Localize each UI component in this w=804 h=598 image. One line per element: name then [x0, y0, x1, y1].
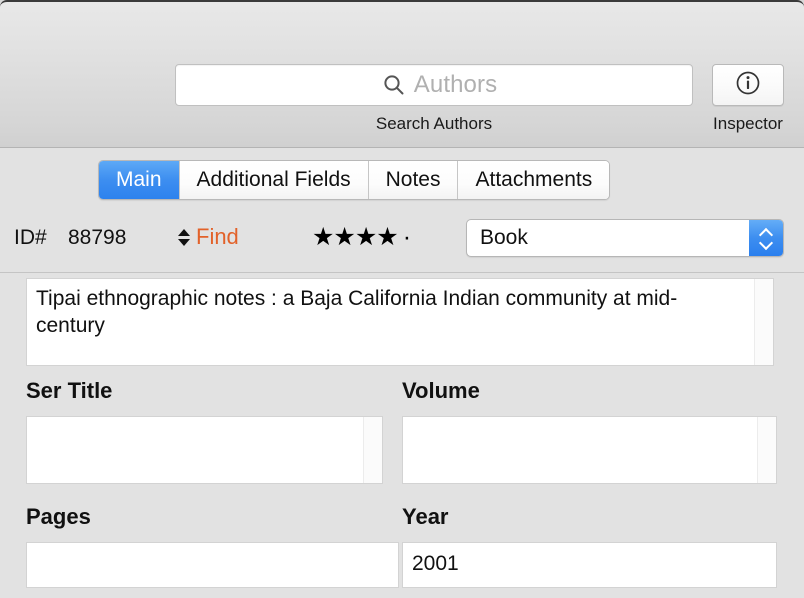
- star-filled-2[interactable]: ★: [333, 225, 355, 250]
- inspector-caption: Inspector: [713, 114, 783, 133]
- title-field[interactable]: Tipai ethnographic notes : a Baja Califo…: [26, 278, 774, 366]
- find-control[interactable]: Find: [178, 224, 239, 250]
- year-label: Year: [402, 504, 449, 529]
- inspector-button[interactable]: [712, 64, 784, 106]
- find-label[interactable]: Find: [196, 224, 239, 250]
- search-input[interactable]: Authors: [175, 64, 693, 106]
- tab-attachments[interactable]: Attachments: [458, 161, 610, 199]
- star-filled-4[interactable]: ★: [376, 225, 398, 250]
- up-down-stepper-icon[interactable]: [178, 228, 190, 246]
- info-circle-icon: [735, 70, 761, 101]
- pages-field[interactable]: [26, 542, 399, 588]
- tab-notes[interactable]: Notes: [368, 161, 459, 199]
- volume-field[interactable]: [402, 416, 777, 484]
- chevron-up-down-icon[interactable]: [749, 220, 783, 256]
- id-value: 88798: [68, 226, 127, 249]
- record-type-popup[interactable]: Book: [466, 219, 784, 257]
- app-window: Authors Search Authors Inspector Main Ad…: [0, 0, 804, 598]
- star-rating[interactable]: ★ ★ ★ ★ ·: [312, 225, 411, 250]
- ser-title-label: Ser Title: [26, 378, 113, 403]
- search-field-wrapper: Authors: [175, 64, 693, 106]
- tab-bar: Main Additional Fields Notes Attachments: [98, 160, 611, 200]
- title-value[interactable]: Tipai ethnographic notes : a Baja Califo…: [27, 279, 754, 365]
- meta-separator: [0, 272, 804, 273]
- volume-scrollbar[interactable]: [757, 417, 776, 483]
- ser-title-value[interactable]: [27, 417, 363, 483]
- star-empty-5[interactable]: ·: [403, 225, 411, 250]
- record-type-value: Book: [480, 226, 528, 249]
- year-value[interactable]: 2001: [403, 543, 776, 587]
- ser-title-field[interactable]: [26, 416, 383, 484]
- year-field[interactable]: 2001: [402, 542, 777, 588]
- search-placeholder-text: Authors: [413, 71, 498, 98]
- tab-additional-fields[interactable]: Additional Fields: [179, 161, 369, 199]
- tab-main[interactable]: Main: [99, 161, 180, 199]
- search-icon: [383, 74, 405, 96]
- volume-value[interactable]: [403, 417, 757, 483]
- search-caption: Search Authors: [375, 114, 493, 133]
- pages-value[interactable]: [27, 543, 398, 587]
- pages-label: Pages: [26, 504, 91, 529]
- title-scrollbar[interactable]: [754, 279, 773, 365]
- volume-label: Volume: [402, 378, 480, 403]
- ser-title-scrollbar[interactable]: [363, 417, 382, 483]
- id-label: ID#: [14, 226, 47, 249]
- star-filled-3[interactable]: ★: [355, 225, 377, 250]
- record-meta-row: ID# 88798 Find ★ ★ ★ ★ · Book: [0, 216, 804, 262]
- content-pane: Main Additional Fields Notes Attachments…: [0, 148, 804, 598]
- star-filled-1[interactable]: ★: [312, 225, 334, 250]
- search-input-content: Authors: [383, 71, 497, 99]
